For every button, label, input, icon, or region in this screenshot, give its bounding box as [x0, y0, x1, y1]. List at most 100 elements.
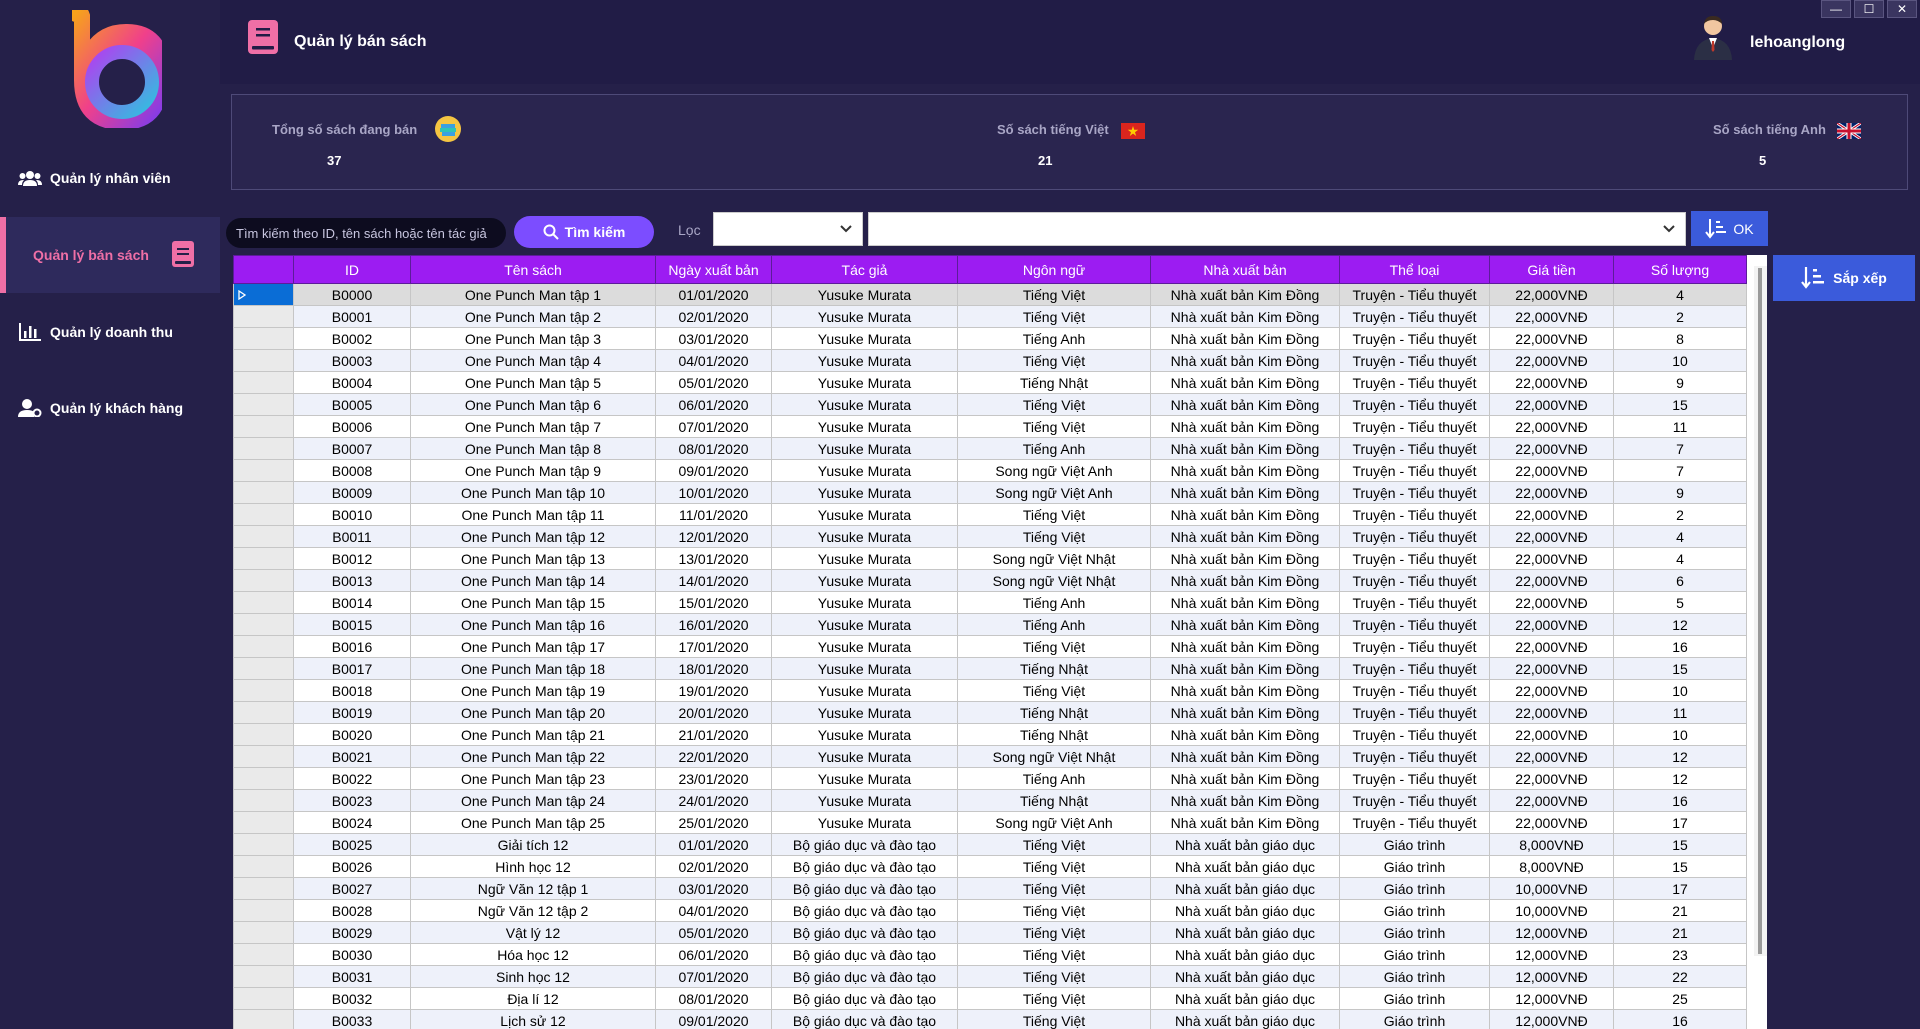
cell-quantity[interactable]: 8 [1613, 327, 1747, 350]
cell-quantity[interactable]: 9 [1613, 371, 1747, 394]
cell-price[interactable]: 22,000VNĐ [1489, 437, 1614, 460]
cell-quantity[interactable]: 16 [1613, 1009, 1747, 1029]
filter-value-select[interactable] [868, 212, 1686, 246]
cell-author[interactable]: Bộ giáo dục và đào tạo [771, 833, 958, 856]
cell-price[interactable]: 22,000VNĐ [1489, 283, 1614, 306]
table-row[interactable]: B0032 Địa lí 12 08/01/2020 Bộ giáo dục và đ… [233, 987, 1747, 1010]
cell-title[interactable]: One Punch Man tập 21 [410, 723, 656, 746]
cell-id[interactable]: B0025 [293, 833, 411, 856]
cell-publish-date[interactable]: 13/01/2020 [655, 547, 772, 570]
cell-author[interactable]: Yusuke Murata [771, 657, 958, 680]
cell-category[interactable]: Giáo trình [1339, 1009, 1490, 1029]
cell-id[interactable]: B0006 [293, 415, 411, 438]
cell-id[interactable]: B0010 [293, 503, 411, 526]
cell-title[interactable]: One Punch Man tập 20 [410, 701, 656, 724]
cell-language[interactable]: Tiếng Việt [957, 635, 1151, 658]
sort-button[interactable]: Sắp xếp [1773, 255, 1915, 301]
cell-quantity[interactable]: 17 [1613, 877, 1747, 900]
cell-title[interactable]: Giải tích 12 [410, 833, 656, 856]
table-row[interactable]: B0004 One Punch Man tập 5 05/01/2020 Yusuke… [233, 371, 1747, 394]
cell-publish-date[interactable]: 07/01/2020 [655, 415, 772, 438]
row-header[interactable] [233, 745, 294, 768]
cell-publish-date[interactable]: 02/01/2020 [655, 855, 772, 878]
cell-price[interactable]: 22,000VNĐ [1489, 371, 1614, 394]
cell-category[interactable]: Truyện - Tiểu thuyết [1339, 767, 1490, 790]
column-header-language[interactable]: Ngôn ngữ [957, 255, 1151, 284]
row-header[interactable] [233, 613, 294, 636]
cell-author[interactable]: Bộ giáo dục và đào tạo [771, 965, 958, 988]
cell-category[interactable]: Truyện - Tiểu thuyết [1339, 371, 1490, 394]
cell-author[interactable]: Bộ giáo dục và đào tạo [771, 855, 958, 878]
cell-publish-date[interactable]: 15/01/2020 [655, 591, 772, 614]
cell-title[interactable]: One Punch Man tập 24 [410, 789, 656, 812]
cell-author[interactable]: Yusuke Murata [771, 305, 958, 328]
avatar[interactable] [1692, 14, 1734, 60]
cell-author[interactable]: Yusuke Murata [771, 789, 958, 812]
cell-id[interactable]: B0011 [293, 525, 411, 548]
cell-price[interactable]: 22,000VNĐ [1489, 745, 1614, 768]
cell-language[interactable]: Tiếng Việt [957, 503, 1151, 526]
cell-author[interactable]: Yusuke Murata [771, 701, 958, 724]
cell-price[interactable]: 22,000VNĐ [1489, 525, 1614, 548]
cell-category[interactable]: Truyện - Tiểu thuyết [1339, 525, 1490, 548]
cell-language[interactable]: Tiếng Nhật [957, 657, 1151, 680]
row-header[interactable] [233, 723, 294, 746]
row-header[interactable] [233, 899, 294, 922]
cell-language[interactable]: Tiếng Anh [957, 613, 1151, 636]
cell-author[interactable]: Yusuke Murata [771, 327, 958, 350]
cell-price[interactable]: 22,000VNĐ [1489, 591, 1614, 614]
row-header[interactable] [233, 393, 294, 416]
cell-id[interactable]: B0028 [293, 899, 411, 922]
table-row[interactable]: B0014 One Punch Man tập 15 15/01/2020 Yusuk… [233, 591, 1747, 614]
cell-language[interactable]: Tiếng Việt [957, 525, 1151, 548]
cell-quantity[interactable]: 12 [1613, 745, 1747, 768]
cell-author[interactable]: Yusuke Murata [771, 393, 958, 416]
table-row[interactable]: B0009 One Punch Man tập 10 10/01/2020 Yusuk… [233, 481, 1747, 504]
maximize-button[interactable]: ☐ [1854, 0, 1884, 18]
table-row[interactable]: B0025 Giải tích 12 01/01/2020 Bộ giáo dục v… [233, 833, 1747, 856]
row-header[interactable] [233, 635, 294, 658]
cell-publish-date[interactable]: 06/01/2020 [655, 393, 772, 416]
cell-quantity[interactable]: 15 [1613, 393, 1747, 416]
cell-publisher[interactable]: Nhà xuất bản giáo dục [1150, 943, 1340, 966]
cell-author[interactable]: Yusuke Murata [771, 349, 958, 372]
table-row[interactable]: B0023 One Punch Man tập 24 24/01/2020 Yusuk… [233, 789, 1747, 812]
table-row[interactable]: B0010 One Punch Man tập 11 11/01/2020 Yusuk… [233, 503, 1747, 526]
close-button[interactable]: ✕ [1887, 0, 1917, 18]
cell-id[interactable]: B0004 [293, 371, 411, 394]
cell-title[interactable]: One Punch Man tập 18 [410, 657, 656, 680]
cell-category[interactable]: Truyện - Tiểu thuyết [1339, 789, 1490, 812]
cell-id[interactable]: B0030 [293, 943, 411, 966]
cell-publish-date[interactable]: 09/01/2020 [655, 459, 772, 482]
cell-category[interactable]: Giáo trình [1339, 987, 1490, 1010]
cell-title[interactable]: Lịch sử 12 [410, 1009, 656, 1029]
table-row[interactable]: B0027 Ngữ Văn 12 tập 1 03/01/2020 Bộ giáo d… [233, 877, 1747, 900]
cell-category[interactable]: Truyện - Tiểu thuyết [1339, 657, 1490, 680]
cell-author[interactable]: Yusuke Murata [771, 723, 958, 746]
cell-language[interactable]: Tiếng Việt [957, 415, 1151, 438]
cell-title[interactable]: One Punch Man tập 15 [410, 591, 656, 614]
cell-quantity[interactable]: 2 [1613, 503, 1747, 526]
cell-price[interactable]: 8,000VNĐ [1489, 855, 1614, 878]
cell-publish-date[interactable]: 08/01/2020 [655, 987, 772, 1010]
table-row[interactable]: B0005 One Punch Man tập 6 06/01/2020 Yusuke… [233, 393, 1747, 416]
cell-language[interactable]: Song ngữ Việt Anh [957, 481, 1151, 504]
cell-publish-date[interactable]: 07/01/2020 [655, 965, 772, 988]
cell-publisher[interactable]: Nhà xuất bản giáo dục [1150, 899, 1340, 922]
cell-publish-date[interactable]: 12/01/2020 [655, 525, 772, 548]
cell-author[interactable]: Yusuke Murata [771, 547, 958, 570]
cell-language[interactable]: Tiếng Việt [957, 855, 1151, 878]
cell-publisher[interactable]: Nhà xuất bản Kim Đồng [1150, 503, 1340, 526]
table-row[interactable]: B0018 One Punch Man tập 19 19/01/2020 Yusuk… [233, 679, 1747, 702]
cell-quantity[interactable]: 15 [1613, 855, 1747, 878]
cell-language[interactable]: Tiếng Việt [957, 1009, 1151, 1029]
table-row[interactable]: B0030 Hóa học 12 06/01/2020 Bộ giáo dục và … [233, 943, 1747, 966]
cell-title[interactable]: One Punch Man tập 19 [410, 679, 656, 702]
cell-id[interactable]: B0020 [293, 723, 411, 746]
cell-category[interactable]: Giáo trình [1339, 943, 1490, 966]
cell-quantity[interactable]: 7 [1613, 437, 1747, 460]
cell-id[interactable]: B0029 [293, 921, 411, 944]
cell-quantity[interactable]: 10 [1613, 723, 1747, 746]
cell-id[interactable]: B0016 [293, 635, 411, 658]
cell-category[interactable]: Giáo trình [1339, 877, 1490, 900]
